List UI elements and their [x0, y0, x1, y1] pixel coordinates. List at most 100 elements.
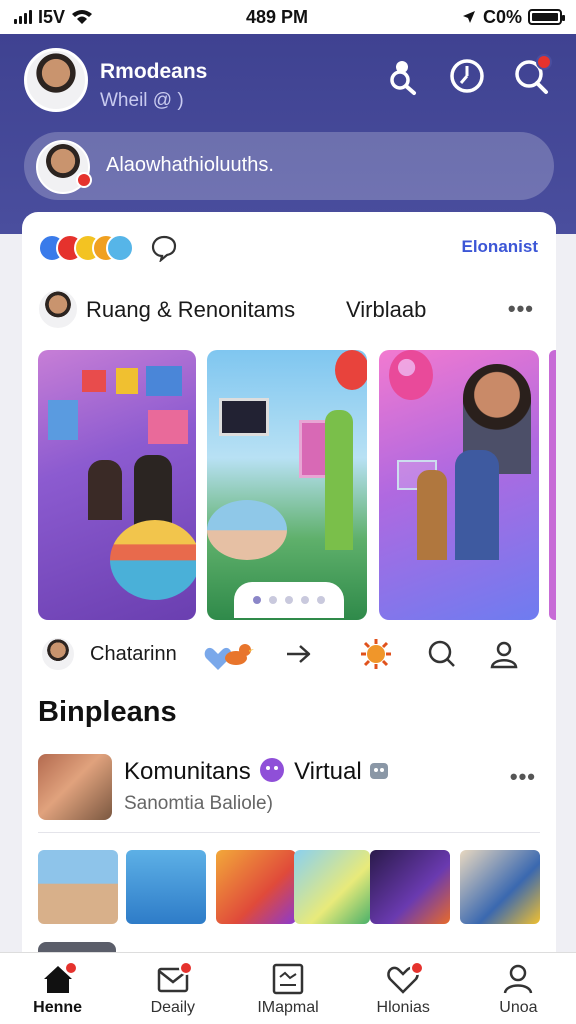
- share-icon: [287, 645, 311, 663]
- composer-bar[interactable]: Alaowhathioluuths.: [24, 132, 554, 200]
- community-avatar[interactable]: [38, 754, 112, 820]
- community-title[interactable]: Komunitans Virtual: [124, 757, 390, 786]
- gallery-image-1[interactable]: [38, 350, 196, 620]
- profile-action[interactable]: [488, 638, 520, 670]
- feed-card: Elonanist Ruang & Renonitams Virblaab ••…: [22, 212, 556, 972]
- share-action[interactable]: [282, 638, 314, 670]
- tab-label: Hlonias: [376, 999, 430, 1016]
- person-shape: [325, 410, 353, 550]
- tab-favorites[interactable]: Hlonias: [346, 953, 461, 1024]
- page-dot[interactable]: [301, 596, 309, 604]
- bird-action[interactable]: [222, 638, 254, 670]
- page-dot[interactable]: [253, 596, 261, 604]
- wow-reaction-icon: [106, 234, 134, 262]
- map-frame-icon: [272, 963, 304, 995]
- post-title: Ruang & Renonitams: [86, 297, 296, 322]
- tab-badge: [409, 961, 424, 975]
- post-tag[interactable]: Virblaab: [346, 297, 426, 323]
- tab-badge: [64, 961, 78, 975]
- thumbnail[interactable]: [38, 850, 118, 924]
- divider: [38, 832, 540, 833]
- section-title: Binpleans: [38, 696, 177, 728]
- status-left: I5V: [14, 7, 93, 28]
- gallery-image-2[interactable]: [207, 350, 367, 620]
- tab-label: Henne: [33, 999, 83, 1016]
- thumbnail[interactable]: [460, 850, 540, 924]
- thumbnail[interactable]: [216, 850, 296, 924]
- tab-badge: [179, 961, 194, 975]
- community-title-text: Komunitans: [124, 758, 251, 785]
- profile-handle: Wheil @ ): [100, 90, 184, 111]
- community-title-tag: Virtual: [294, 758, 362, 785]
- search-action[interactable]: [426, 638, 458, 670]
- post-more-button[interactable]: •••: [508, 296, 534, 322]
- clock-icon: [450, 59, 484, 93]
- person-shape: [455, 450, 499, 560]
- chat-avatar[interactable]: [40, 636, 76, 672]
- profile-avatar[interactable]: [24, 48, 88, 112]
- poster-shape: [82, 370, 106, 392]
- reaction-group[interactable]: [38, 234, 134, 262]
- thumbnail[interactable]: [370, 850, 450, 924]
- tab-label: IMapmal: [257, 999, 319, 1016]
- post-author-avatar[interactable]: [37, 288, 79, 330]
- location-icon: [462, 11, 475, 23]
- bottom-tab-bar: Henne Deaily IMapmal Hlonias Unoa: [0, 952, 576, 1024]
- tab-profile[interactable]: Unoa: [461, 953, 576, 1024]
- card-action-link[interactable]: Elonanist: [461, 237, 538, 257]
- status-bar: I5V 489 PM C0%: [0, 0, 576, 34]
- carrier-label: I5V: [38, 6, 66, 27]
- poster-shape: [116, 368, 138, 394]
- signal-icon: [14, 10, 32, 24]
- gallery-image-4-peek[interactable]: [549, 350, 556, 620]
- composer-avatar-badge: [76, 172, 92, 188]
- robot-icon: [370, 763, 389, 779]
- tv-shape: [219, 398, 269, 436]
- search-icon: [428, 640, 455, 667]
- community-subtitle: Sanomtia Baliole): [124, 793, 273, 814]
- gallery-image-3[interactable]: [379, 350, 539, 620]
- tab-map[interactable]: IMapmal: [230, 953, 345, 1024]
- bird-icon: [225, 644, 254, 665]
- tab-label: Unoa: [499, 999, 538, 1016]
- platform-shape: [207, 500, 287, 560]
- thumbnail[interactable]: [126, 850, 206, 924]
- page-dot[interactable]: [269, 596, 277, 604]
- history-button[interactable]: [447, 56, 487, 96]
- sun-action[interactable]: [360, 638, 392, 670]
- tab-home[interactable]: Henne: [0, 953, 115, 1024]
- notification-badge: [536, 54, 552, 70]
- tab-daily[interactable]: Deaily: [115, 953, 230, 1024]
- podium-shape: [110, 520, 196, 600]
- page-dot[interactable]: [285, 596, 293, 604]
- search-people-button[interactable]: [382, 56, 422, 96]
- thumbnail[interactable]: [294, 850, 370, 924]
- notifications-button[interactable]: [512, 54, 552, 96]
- comment-bubble-icon[interactable]: [150, 234, 178, 262]
- page-dot[interactable]: [317, 596, 325, 604]
- person-shape: [417, 470, 447, 560]
- poster-shape: [146, 366, 182, 396]
- composer-text: Alaowhathioluuths.: [106, 154, 274, 176]
- gallery-pagination[interactable]: [234, 582, 344, 618]
- clock: 489 PM: [245, 6, 309, 27]
- profile-name: Rmodeans: [100, 60, 208, 83]
- tab-label: Deaily: [150, 999, 196, 1016]
- person-shape: [134, 455, 172, 525]
- person-shape: [88, 460, 122, 520]
- status-right: C0%: [461, 6, 565, 28]
- purple-emoji-icon: [260, 758, 285, 782]
- search-people-icon: [390, 61, 416, 95]
- user-icon: [504, 964, 533, 994]
- user-icon: [490, 641, 518, 669]
- sun-icon: [361, 639, 391, 669]
- poster-shape: [48, 400, 78, 440]
- chat-label[interactable]: Chatarinn: [90, 643, 177, 666]
- wifi-icon: [72, 10, 93, 24]
- battery-percent: C0%: [482, 6, 522, 27]
- profile-header: Rmodeans Wheil @ ) Alaowhathioluuths.: [0, 34, 576, 234]
- battery-icon: [528, 9, 565, 25]
- community-more-button[interactable]: •••: [510, 764, 536, 790]
- balloon-shape: [335, 350, 367, 390]
- poster-shape: [148, 410, 188, 444]
